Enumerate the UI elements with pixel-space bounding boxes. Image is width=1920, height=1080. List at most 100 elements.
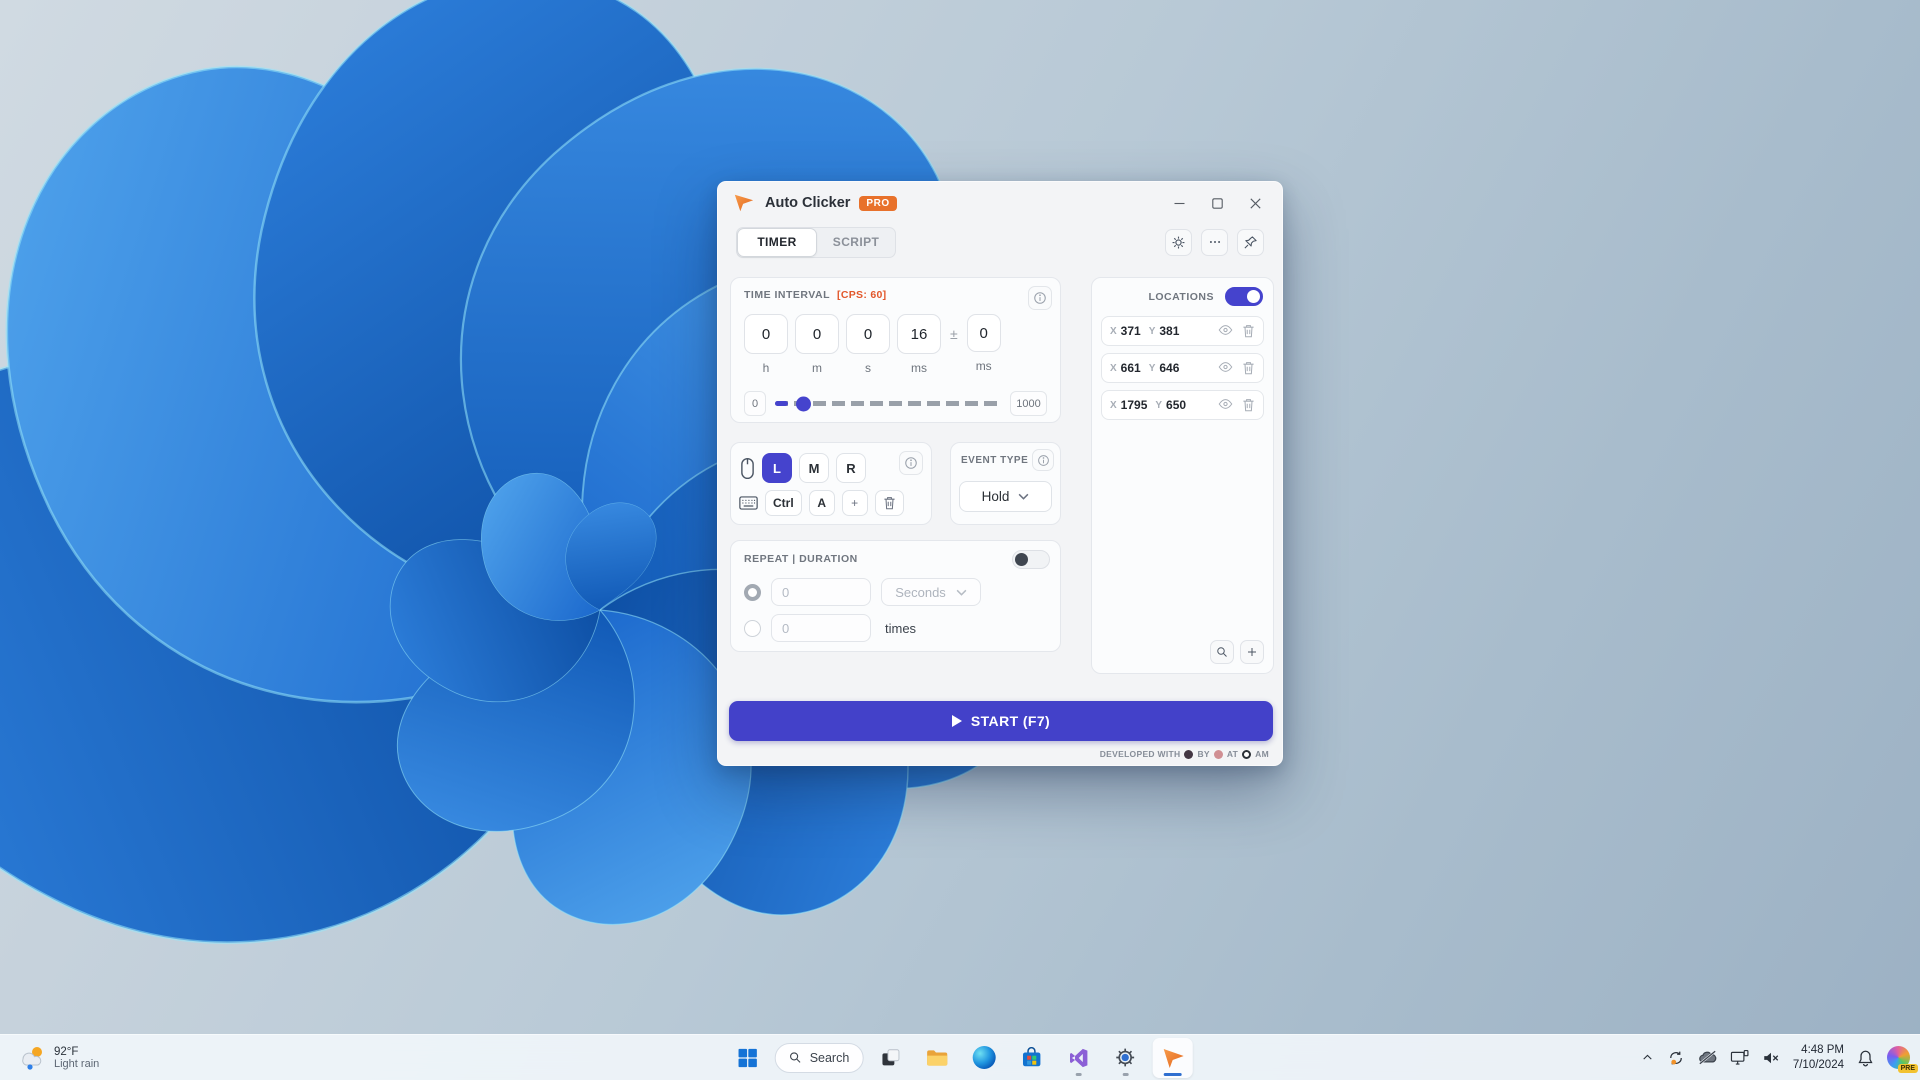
add-key-button[interactable]: + (842, 490, 868, 516)
edge-browser-button[interactable] (964, 1038, 1004, 1078)
count-radio[interactable] (744, 620, 761, 637)
seconds-input[interactable] (846, 314, 890, 354)
tab-script[interactable]: SCRIPT (817, 228, 895, 257)
info-icon (1037, 454, 1050, 467)
maximize-button[interactable] (1198, 188, 1236, 218)
settings-button[interactable] (1165, 229, 1192, 256)
click-options-info-button[interactable] (899, 451, 923, 475)
duration-unit-dropdown[interactable]: Seconds (881, 578, 981, 606)
remove-keys-button[interactable] (875, 490, 904, 516)
plus-icon (1246, 646, 1258, 658)
weather-condition: Light rain (54, 1058, 99, 1070)
eye-icon[interactable] (1218, 361, 1233, 373)
copilot-button[interactable]: PRE (1887, 1046, 1910, 1069)
repeat-duration-card: REPEAT | DURATION Seconds times (730, 540, 1061, 652)
chevron-down-icon (956, 589, 967, 596)
volume-muted-icon (1762, 1050, 1780, 1066)
time-interval-label: TIME INTERVAL (744, 289, 830, 301)
hotkey-a-button[interactable]: A (809, 490, 835, 516)
auto-clicker-window: Auto Clicker PRO TIMER SCRIPT (717, 181, 1283, 766)
minimize-button[interactable] (1160, 188, 1198, 218)
start-menu-button[interactable] (728, 1038, 768, 1078)
clock-emoji-icon (1242, 750, 1251, 759)
footer-text-1: DEVELOPED WITH (1100, 749, 1181, 759)
weather-temperature: 92°F (54, 1046, 99, 1058)
toggle-knob (1247, 290, 1260, 303)
duration-radio[interactable] (744, 584, 761, 601)
taskbar-search[interactable]: Search (775, 1043, 864, 1073)
add-location-button[interactable] (1240, 640, 1264, 664)
search-location-button[interactable] (1210, 640, 1234, 664)
window-controls (1160, 188, 1274, 218)
hotkey-ctrl-button[interactable]: Ctrl (765, 490, 802, 516)
eye-icon[interactable] (1218, 398, 1233, 410)
location-row[interactable]: X 1795 Y 650 (1101, 390, 1264, 420)
count-input[interactable] (771, 614, 871, 642)
weather-widget[interactable]: 92°F Light rain (10, 1035, 107, 1080)
y-value: 381 (1159, 324, 1179, 338)
x-value: 661 (1121, 361, 1141, 375)
trash-icon[interactable] (1242, 324, 1255, 338)
location-row[interactable]: X 661 Y 646 (1101, 353, 1264, 383)
volume-muted-button[interactable] (1762, 1050, 1780, 1066)
x-value: 371 (1121, 324, 1141, 338)
random-offset-input[interactable] (967, 314, 1001, 352)
locations-card: LOCATIONS X 371 Y 381 X 661 Y 646 (1091, 277, 1274, 674)
mouse-icon (740, 457, 755, 480)
time-interval-card: TIME INTERVAL [CPS: 60] h m s ms ± ms 0 (730, 277, 1061, 423)
network-display-icon (1730, 1049, 1749, 1066)
slider-thumb[interactable] (796, 396, 811, 411)
task-view-button[interactable] (870, 1038, 910, 1078)
pin-on-top-button[interactable] (1237, 229, 1264, 256)
play-icon (952, 715, 962, 727)
trash-icon[interactable] (1242, 361, 1255, 375)
trash-icon (883, 496, 896, 510)
start-button[interactable]: START (F7) (729, 701, 1273, 741)
trash-icon[interactable] (1242, 398, 1255, 412)
copilot-preview-badge: PRE (1898, 1064, 1918, 1073)
random-offset-unit: ms (976, 359, 992, 373)
sync-status-button[interactable] (1667, 1049, 1685, 1067)
hidden-icons-button[interactable] (1641, 1051, 1654, 1064)
event-type-card: EVENT TYPE Hold (950, 442, 1061, 525)
locations-toggle[interactable] (1225, 287, 1263, 306)
mouse-right-button[interactable]: R (836, 453, 866, 483)
auto-clicker-taskbar-button[interactable] (1152, 1038, 1192, 1078)
footer-text-4: AM (1255, 749, 1269, 759)
time-interval-info-button[interactable] (1028, 286, 1052, 310)
taskbar-clock[interactable]: 4:48 PM 7/10/2024 (1793, 1043, 1844, 1073)
interval-slider[interactable] (775, 401, 1001, 406)
location-row[interactable]: X 371 Y 381 (1101, 316, 1264, 346)
settings-gear-icon (1115, 1047, 1136, 1068)
more-options-button[interactable] (1201, 229, 1228, 256)
auto-clicker-icon (1160, 1046, 1184, 1070)
locations-label: LOCATIONS (1148, 291, 1214, 303)
network-button[interactable] (1730, 1049, 1749, 1066)
running-indicator (1122, 1073, 1128, 1076)
milliseconds-input[interactable] (897, 314, 941, 354)
onedrive-paused-button[interactable] (1698, 1050, 1717, 1065)
event-type-dropdown[interactable]: Hold (959, 481, 1052, 512)
duration-input[interactable] (771, 578, 871, 606)
duration-unit-value: Seconds (895, 585, 946, 600)
event-type-info-button[interactable] (1032, 449, 1054, 471)
mouse-middle-button[interactable]: M (799, 453, 829, 483)
windows-logo-icon (737, 1047, 759, 1069)
hours-input[interactable] (744, 314, 788, 354)
tab-timer[interactable]: TIMER (737, 228, 817, 257)
y-value: 650 (1166, 398, 1186, 412)
close-button[interactable] (1236, 188, 1274, 218)
window-title: Auto Clicker (765, 195, 850, 211)
microsoft-store-button[interactable] (1011, 1038, 1051, 1078)
repeat-toggle[interactable] (1012, 550, 1050, 569)
file-explorer-button[interactable] (917, 1038, 957, 1078)
minutes-input[interactable] (795, 314, 839, 354)
search-label: Search (810, 1051, 850, 1065)
eye-icon[interactable] (1218, 324, 1233, 336)
active-app-indicator (1163, 1073, 1181, 1076)
mouse-left-button[interactable]: L (762, 453, 792, 483)
settings-app-button[interactable] (1105, 1038, 1145, 1078)
notifications-button[interactable] (1857, 1049, 1874, 1067)
visual-studio-button[interactable] (1058, 1038, 1098, 1078)
chevron-up-icon (1641, 1051, 1654, 1064)
